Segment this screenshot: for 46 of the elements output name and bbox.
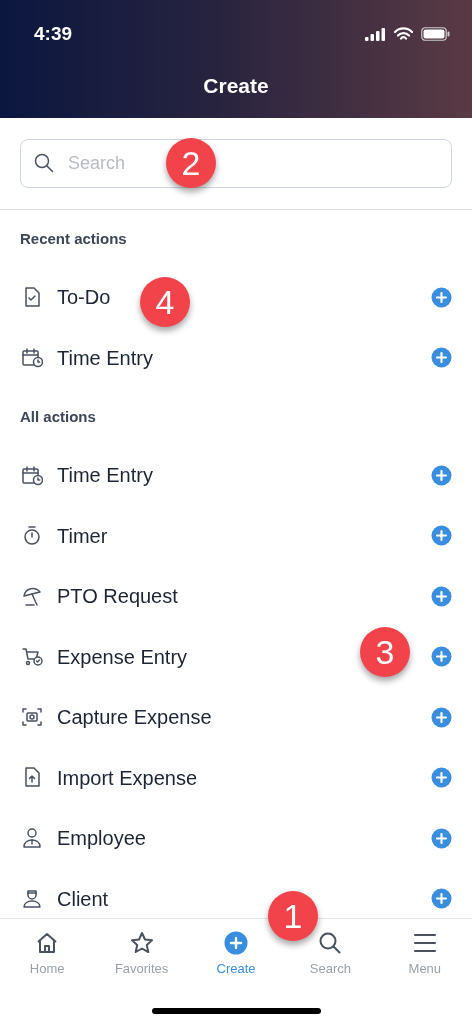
section-heading: Recent actions	[19, 229, 128, 249]
callout-marker: 4	[140, 277, 190, 327]
menu-icon	[412, 931, 437, 955]
action-label[interactable]: Expense Entry	[57, 641, 188, 672]
action-label[interactable]: Employee	[57, 823, 146, 854]
action-label[interactable]: Time Entry	[57, 460, 153, 491]
signal-icon	[365, 27, 386, 41]
cart-check-icon	[22, 646, 43, 668]
action-label[interactable]: Import Expense	[57, 762, 198, 793]
person-icon	[22, 888, 43, 910]
umbrella-icon	[22, 585, 43, 607]
add-icon[interactable]	[431, 827, 452, 849]
wifi-icon	[394, 27, 413, 41]
action-label[interactable]: PTO Request	[57, 581, 178, 612]
callout-marker: 3	[360, 627, 410, 677]
stopwatch-icon	[22, 525, 43, 547]
battery-icon	[421, 27, 450, 41]
add-icon	[224, 931, 248, 955]
camera-frame-icon	[22, 706, 43, 728]
add-icon[interactable]	[431, 706, 452, 728]
action-label[interactable]: Time Entry	[57, 342, 153, 373]
callout-marker: 1	[268, 891, 318, 941]
star-icon	[129, 931, 154, 955]
add-icon[interactable]	[431, 646, 452, 668]
calendar-clock-icon	[22, 464, 43, 486]
add-icon[interactable]	[431, 525, 452, 547]
file-upload-icon	[22, 767, 43, 789]
add-icon[interactable]	[431, 888, 452, 910]
add-icon[interactable]	[431, 585, 452, 607]
action-label[interactable]: To-Do	[57, 282, 111, 313]
add-icon[interactable]	[431, 767, 452, 789]
callout-marker: 2	[166, 138, 216, 188]
section-heading: All actions	[19, 407, 97, 427]
add-icon[interactable]	[431, 286, 452, 308]
checklist-icon	[22, 286, 43, 308]
search-icon	[34, 153, 54, 173]
person-icon	[22, 827, 43, 849]
page-title: Create	[202, 73, 270, 99]
status-time: 4:39	[34, 21, 73, 46]
add-icon[interactable]	[431, 464, 452, 486]
action-label[interactable]: Client	[57, 883, 109, 914]
action-label[interactable]: Timer	[57, 520, 108, 551]
search-icon	[318, 931, 343, 955]
calendar-clock-icon	[22, 347, 43, 369]
add-icon[interactable]	[431, 347, 452, 369]
action-label[interactable]: Capture Expense	[57, 702, 212, 733]
